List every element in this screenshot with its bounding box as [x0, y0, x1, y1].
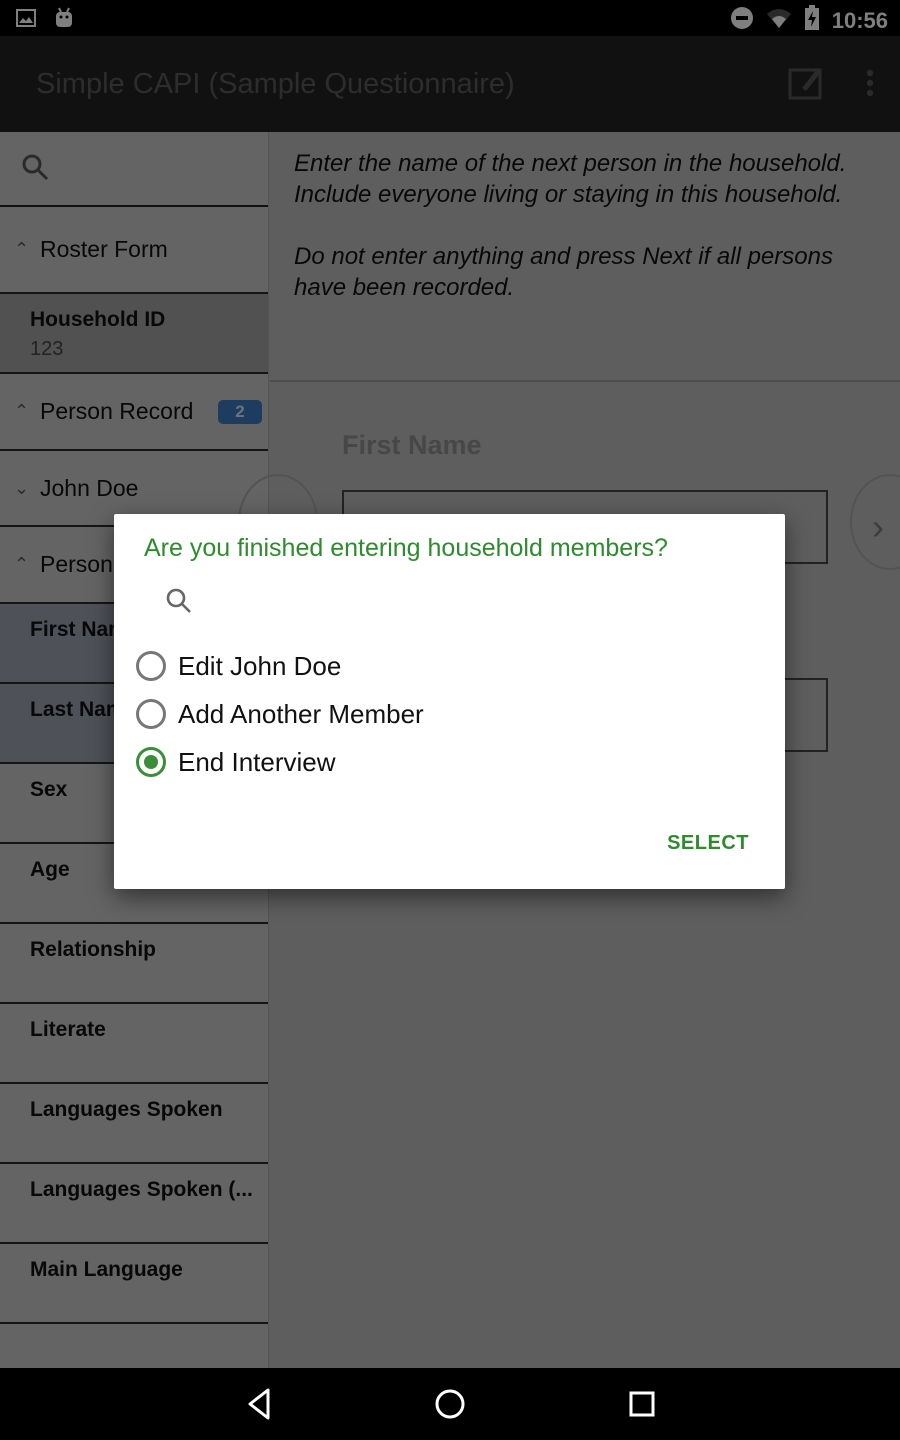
option-label: Add Another Member — [178, 698, 424, 729]
dialog-title: Are you finished entering household memb… — [144, 534, 668, 562]
system-nav-bar — [0, 1368, 900, 1440]
option-edit-john-doe[interactable]: Edit John Doe — [136, 642, 424, 690]
home-icon[interactable] — [432, 1386, 468, 1422]
select-button[interactable]: SELECT — [667, 832, 749, 855]
recents-icon[interactable] — [624, 1386, 660, 1422]
option-end-interview[interactable]: End Interview — [136, 738, 424, 786]
option-list: Edit John Doe Add Another Member End Int… — [136, 642, 424, 786]
back-icon[interactable] — [242, 1386, 278, 1422]
option-label: Edit John Doe — [178, 650, 342, 681]
finish-household-dialog: Are you finished entering household memb… — [114, 514, 785, 889]
radio-button[interactable] — [136, 651, 166, 681]
option-label: End Interview — [178, 746, 336, 777]
radio-button-selected[interactable] — [136, 747, 166, 777]
radio-button[interactable] — [136, 699, 166, 729]
search-icon[interactable] — [164, 586, 194, 621]
option-add-another-member[interactable]: Add Another Member — [136, 690, 424, 738]
